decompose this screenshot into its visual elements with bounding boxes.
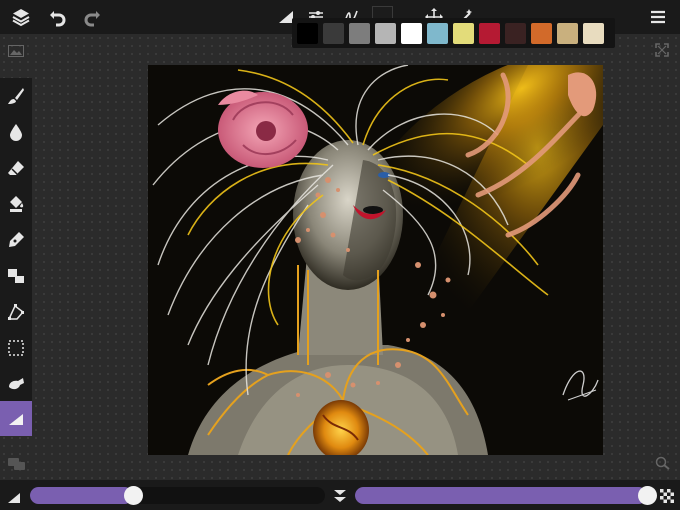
color-swatch-12[interactable]: [583, 22, 604, 44]
opacity-slider-thumb[interactable]: [638, 486, 658, 505]
bottom-toolbar: [0, 480, 680, 510]
layers-icon[interactable]: [9, 5, 33, 29]
brush-icon: [8, 87, 24, 104]
color-swatch-3[interactable]: [349, 22, 370, 44]
smudge-icon: [9, 377, 24, 389]
opacity-slider-fill: [355, 487, 648, 504]
left-toolbar: [0, 78, 32, 436]
opacity-checker-icon: [660, 488, 674, 507]
pen-tool[interactable]: [0, 222, 32, 257]
color-swatch-11[interactable]: [557, 22, 578, 44]
brush-size-slider-fill: [30, 487, 134, 504]
color-swatch-10[interactable]: [531, 22, 552, 44]
selection-marquee-icon: [8, 339, 24, 356]
pen-nib-icon: [9, 231, 24, 247]
color-swatch-9[interactable]: [505, 22, 526, 44]
drawing-canvas[interactable]: [148, 65, 603, 455]
reference-image-icon[interactable]: [8, 42, 24, 61]
collapse-arrows-icon[interactable]: [333, 488, 347, 507]
fit-screen-icon[interactable]: [655, 42, 669, 61]
color-swatch-1[interactable]: [297, 22, 318, 44]
color-swatch-4[interactable]: [375, 22, 396, 44]
color-palette-popup: [292, 18, 615, 48]
transform-tool[interactable]: [0, 294, 32, 329]
undo-icon[interactable]: [46, 5, 70, 29]
blur-tool[interactable]: [0, 114, 32, 149]
droplet-icon: [10, 123, 22, 141]
select-tool[interactable]: [0, 330, 32, 365]
paint-bucket-icon: [10, 195, 24, 212]
triangle-brush-icon: [9, 413, 23, 425]
color-swatch-6[interactable]: [427, 22, 448, 44]
brush-size-icon: [7, 489, 21, 508]
redo-icon[interactable]: [80, 5, 104, 29]
shape-tool[interactable]: [0, 258, 32, 293]
eraser-icon: [8, 160, 24, 175]
color-swatch-7[interactable]: [453, 22, 474, 44]
color-swatch-2[interactable]: [323, 22, 344, 44]
perspective-icon: [7, 303, 25, 320]
brush-size-slider-thumb[interactable]: [124, 486, 144, 505]
color-swatch-5[interactable]: [401, 22, 422, 44]
opacity-slider[interactable]: [355, 486, 658, 505]
color-swatch-8[interactable]: [479, 22, 500, 44]
fill-tool[interactable]: [0, 186, 32, 221]
eraser-tool[interactable]: [0, 150, 32, 185]
smudge-tool[interactable]: [0, 366, 32, 401]
brush-settings-tool[interactable]: [0, 401, 32, 436]
brush-size-slider[interactable]: [30, 486, 325, 505]
brush-tool[interactable]: [0, 78, 32, 113]
artwork-illustration: [148, 65, 603, 455]
hamburger-menu-icon[interactable]: [646, 5, 670, 29]
shapes-icon: [8, 268, 24, 283]
zoom-icon[interactable]: [655, 455, 671, 474]
chat-icon[interactable]: [8, 455, 26, 474]
